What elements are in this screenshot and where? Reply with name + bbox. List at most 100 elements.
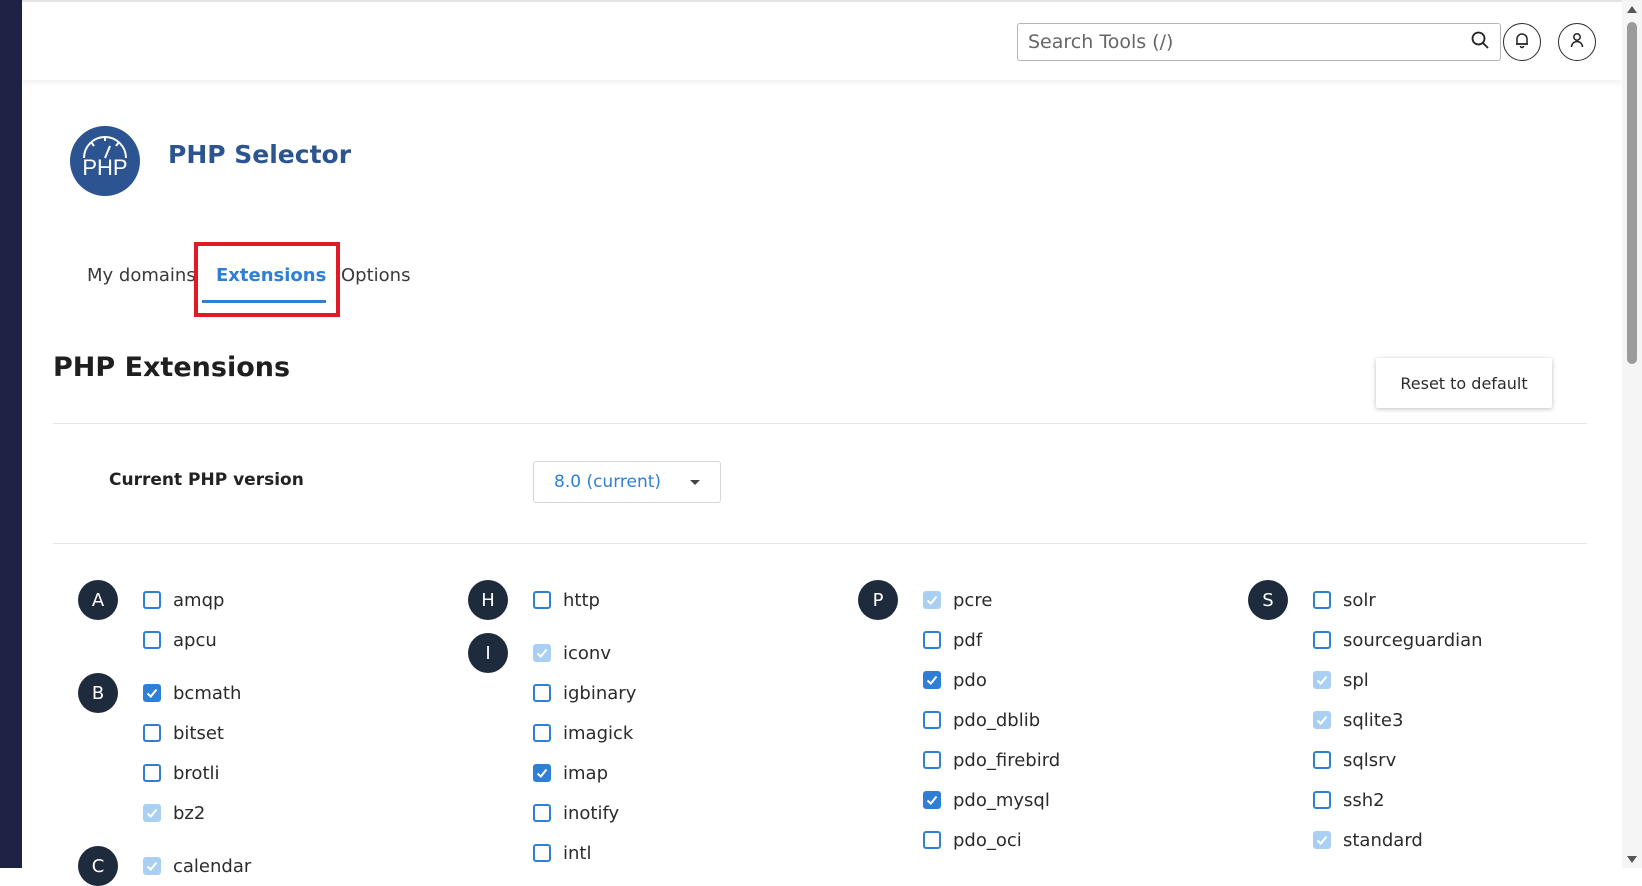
highlight-annotation-box bbox=[194, 242, 340, 317]
checkbox-bitset[interactable] bbox=[143, 724, 161, 742]
checkbox-pdo-oci[interactable] bbox=[923, 831, 941, 849]
checkbox-intl[interactable] bbox=[533, 844, 551, 862]
search-input[interactable]: Search Tools (/) bbox=[1017, 23, 1501, 61]
checkbox-solr[interactable] bbox=[1313, 591, 1331, 609]
letter-badge-a: A bbox=[78, 580, 118, 620]
extension-imap[interactable]: imap bbox=[533, 760, 608, 786]
checkbox-inotify[interactable] bbox=[533, 804, 551, 822]
divider bbox=[53, 423, 1587, 424]
checkbox-sqlsrv[interactable] bbox=[1313, 751, 1331, 769]
extension-label: solr bbox=[1343, 589, 1376, 611]
extension-label: inotify bbox=[563, 802, 620, 824]
search-icon[interactable] bbox=[1470, 30, 1490, 55]
user-menu-button[interactable] bbox=[1558, 23, 1596, 61]
scroll-down-arrow-icon[interactable] bbox=[1627, 856, 1637, 863]
extension-bitset[interactable]: bitset bbox=[143, 720, 224, 746]
checkbox-sourceguardian[interactable] bbox=[1313, 631, 1331, 649]
extension-apcu[interactable]: apcu bbox=[143, 627, 217, 653]
extension-label: calendar bbox=[173, 855, 252, 877]
letter-badge-b: B bbox=[78, 673, 118, 713]
extension-label: sqlsrv bbox=[1343, 749, 1397, 771]
extension-imagick[interactable]: imagick bbox=[533, 720, 633, 746]
extension-label: brotli bbox=[173, 762, 220, 784]
checkbox-pdf[interactable] bbox=[923, 631, 941, 649]
chevron-down-icon bbox=[690, 479, 700, 485]
checkbox-pcre[interactable] bbox=[923, 591, 941, 609]
checkbox-calendar[interactable] bbox=[143, 857, 161, 875]
vertical-scrollbar[interactable] bbox=[1622, 0, 1642, 868]
reset-to-default-button[interactable]: Reset to default bbox=[1376, 358, 1552, 408]
checkbox-pdo[interactable] bbox=[923, 671, 941, 689]
checkbox-amqp[interactable] bbox=[143, 591, 161, 609]
checkbox-standard[interactable] bbox=[1313, 831, 1331, 849]
extension-iconv[interactable]: iconv bbox=[533, 640, 611, 666]
extension-pdo-mysql[interactable]: pdo_mysql bbox=[923, 787, 1050, 813]
extension-label: iconv bbox=[563, 642, 611, 664]
tab-my-domains[interactable]: My domains bbox=[87, 265, 196, 286]
checkbox-iconv[interactable] bbox=[533, 644, 551, 662]
extension-pdo[interactable]: pdo bbox=[923, 667, 987, 693]
extension-bz2[interactable]: bz2 bbox=[143, 800, 205, 826]
extension-label: igbinary bbox=[563, 682, 637, 704]
extension-pdo-firebird[interactable]: pdo_firebird bbox=[923, 747, 1060, 773]
search-placeholder: Search Tools (/) bbox=[1028, 31, 1174, 53]
php-version-select[interactable]: 8.0 (current) bbox=[533, 461, 721, 503]
checkbox-apcu[interactable] bbox=[143, 631, 161, 649]
extension-bcmath[interactable]: bcmath bbox=[143, 680, 241, 706]
checkbox-imap[interactable] bbox=[533, 764, 551, 782]
extension-inotify[interactable]: inotify bbox=[533, 800, 619, 826]
extension-amqp[interactable]: amqp bbox=[143, 587, 224, 613]
checkbox-spl[interactable] bbox=[1313, 671, 1331, 689]
extension-label: pdo_oci bbox=[953, 829, 1022, 851]
checkbox-sqlite3[interactable] bbox=[1313, 711, 1331, 729]
extension-intl[interactable]: intl bbox=[533, 840, 591, 866]
php-version-label: Current PHP version bbox=[109, 470, 304, 490]
extension-calendar[interactable]: calendar bbox=[143, 853, 251, 879]
checkbox-ssh2[interactable] bbox=[1313, 791, 1331, 809]
checkbox-bz2[interactable] bbox=[143, 804, 161, 822]
notifications-button[interactable] bbox=[1503, 23, 1541, 61]
tab-options[interactable]: Options bbox=[341, 265, 410, 286]
extension-ssh2[interactable]: ssh2 bbox=[1313, 787, 1385, 813]
extension-label: ssh2 bbox=[1343, 789, 1385, 811]
extension-solr[interactable]: solr bbox=[1313, 587, 1376, 613]
extension-brotli[interactable]: brotli bbox=[143, 760, 220, 786]
section-title: PHP Extensions bbox=[53, 352, 291, 383]
extension-label: apcu bbox=[173, 629, 217, 651]
extension-label: http bbox=[563, 589, 600, 611]
checkbox-brotli[interactable] bbox=[143, 764, 161, 782]
extension-sourceguardian[interactable]: sourceguardian bbox=[1313, 627, 1483, 653]
checkbox-bcmath[interactable] bbox=[143, 684, 161, 702]
extension-pdo-dblib[interactable]: pdo_dblib bbox=[923, 707, 1040, 733]
checkbox-igbinary[interactable] bbox=[533, 684, 551, 702]
extension-label: spl bbox=[1343, 669, 1369, 691]
letter-badge-c: C bbox=[78, 846, 118, 886]
extension-sqlsrv[interactable]: sqlsrv bbox=[1313, 747, 1396, 773]
extension-sqlite3[interactable]: sqlite3 bbox=[1313, 707, 1403, 733]
extension-spl[interactable]: spl bbox=[1313, 667, 1369, 693]
extension-http[interactable]: http bbox=[533, 587, 600, 613]
checkbox-pdo-firebird[interactable] bbox=[923, 751, 941, 769]
extension-label: bcmath bbox=[173, 682, 242, 704]
extension-pdo-oci[interactable]: pdo_oci bbox=[923, 827, 1022, 853]
logo-text: PHP bbox=[82, 155, 127, 180]
extension-label: imagick bbox=[563, 722, 634, 744]
letter-badge-s: S bbox=[1248, 580, 1288, 620]
extension-pdf[interactable]: pdf bbox=[923, 627, 982, 653]
letter-badge-h: H bbox=[468, 580, 508, 620]
checkbox-pdo-dblib[interactable] bbox=[923, 711, 941, 729]
scrollbar-thumb[interactable] bbox=[1627, 22, 1637, 364]
extension-label: sqlite3 bbox=[1343, 709, 1404, 731]
checkbox-pdo-mysql[interactable] bbox=[923, 791, 941, 809]
extension-pcre[interactable]: pcre bbox=[923, 587, 992, 613]
checkbox-http[interactable] bbox=[533, 591, 551, 609]
extension-label: pdo_firebird bbox=[953, 749, 1061, 771]
extension-label: bitset bbox=[173, 722, 224, 744]
extension-igbinary[interactable]: igbinary bbox=[533, 680, 636, 706]
left-sidebar-rail bbox=[0, 0, 22, 868]
scroll-up-arrow-icon[interactable] bbox=[1627, 6, 1637, 13]
php-logo-icon: PHP bbox=[70, 126, 140, 196]
checkbox-imagick[interactable] bbox=[533, 724, 551, 742]
extension-standard[interactable]: standard bbox=[1313, 827, 1423, 853]
php-version-value: 8.0 (current) bbox=[554, 472, 662, 492]
